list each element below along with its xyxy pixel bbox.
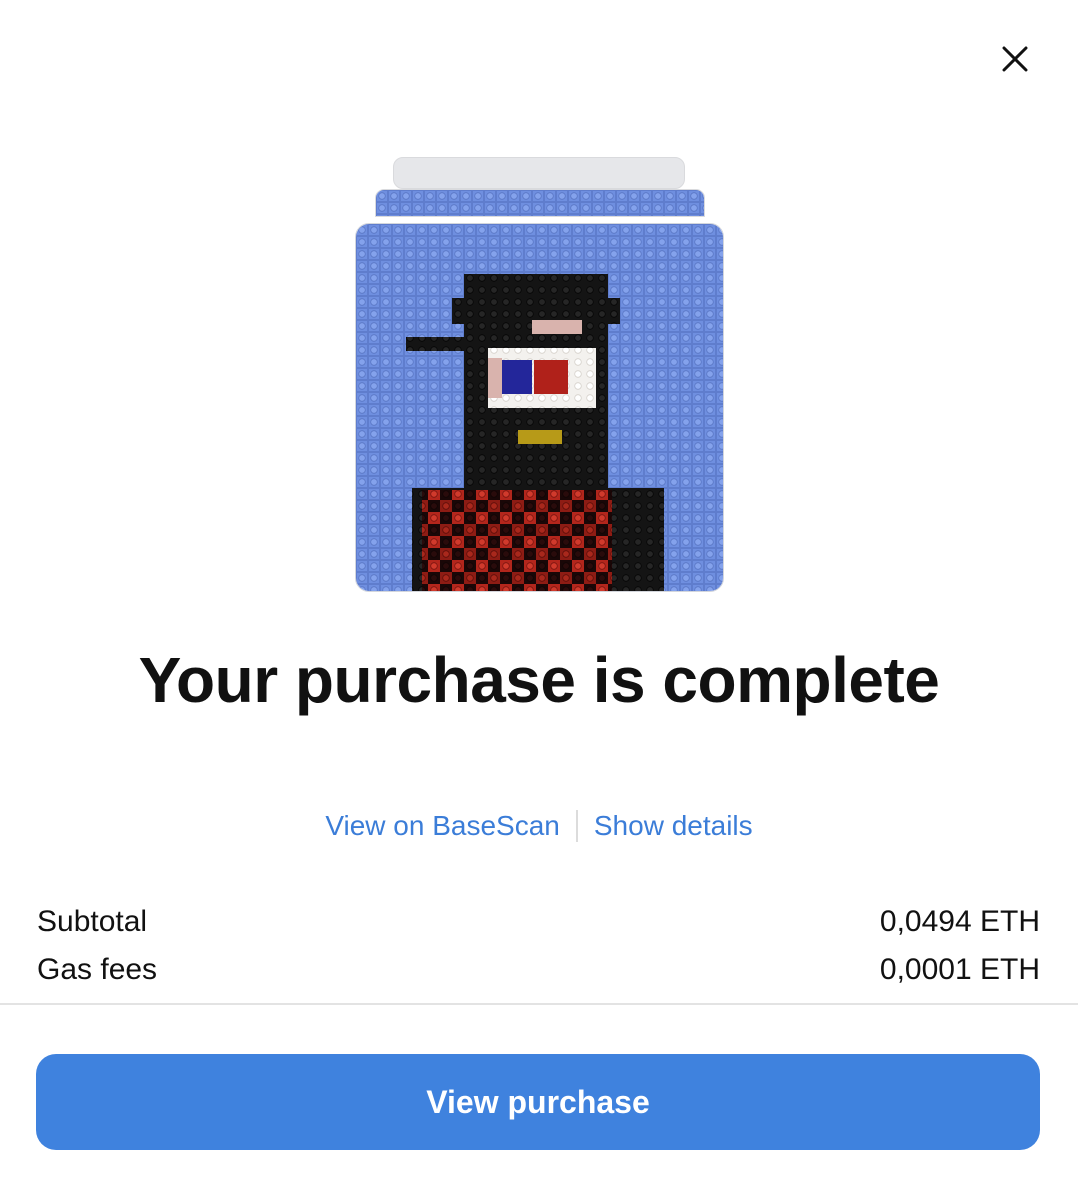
link-divider	[575, 810, 578, 842]
summary-row-gas-fees: Gas fees 0,0001 ETH	[37, 946, 1040, 994]
summary-row-subtotal: Subtotal 0,0494 ETH	[37, 898, 1040, 946]
nft-artwork	[356, 224, 723, 591]
gas-fees-label: Gas fees	[37, 953, 158, 986]
gas-fees-value: 0,0001 ETH	[879, 953, 1040, 986]
show-details-link[interactable]: Show details	[594, 810, 753, 842]
footer-divider	[0, 1003, 1078, 1005]
nft-card-stack	[0, 0, 1078, 620]
view-purchase-button[interactable]: View purchase	[36, 1054, 1040, 1150]
page-title: Your purchase is complete	[138, 644, 940, 716]
price-summary: Subtotal 0,0494 ETH Gas fees 0,0001 ETH	[37, 898, 1040, 994]
view-on-basescan-link[interactable]: View on BaseScan	[325, 810, 560, 842]
stacked-card-middle	[375, 189, 705, 217]
subtotal-label: Subtotal	[37, 905, 148, 938]
subtotal-value: 0,0494 ETH	[879, 905, 1040, 938]
stacked-card-back	[393, 157, 685, 189]
nft-image[interactable]	[355, 223, 724, 592]
transaction-links: View on BaseScan Show details	[0, 810, 1078, 842]
